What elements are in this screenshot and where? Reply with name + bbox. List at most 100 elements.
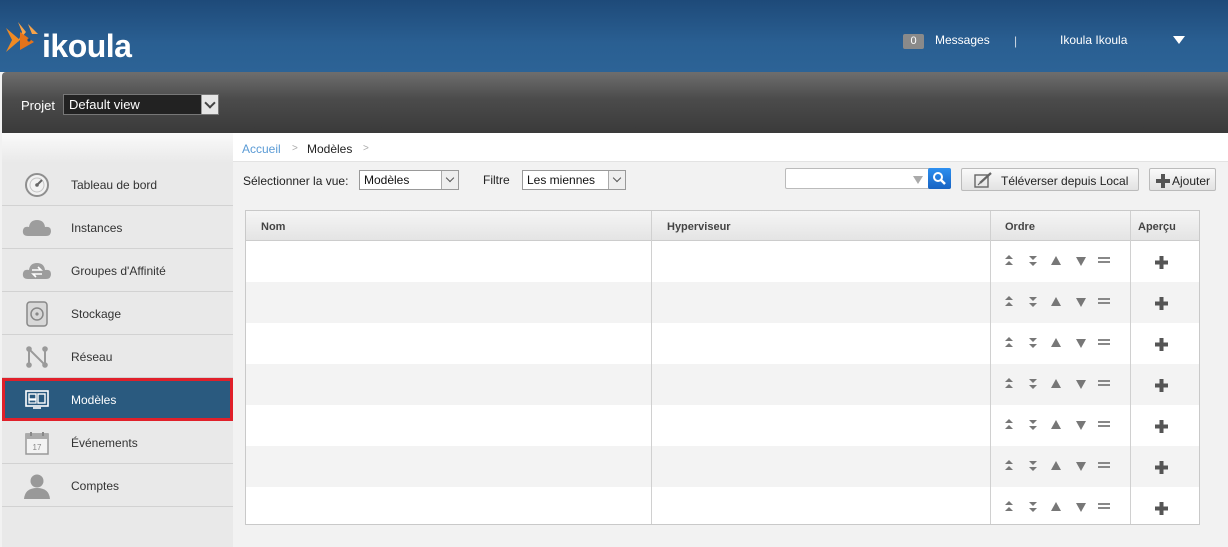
chevron-down-icon[interactable] — [608, 171, 625, 189]
messages-count-badge[interactable]: 0 — [903, 34, 924, 49]
filter-label: Filtre — [483, 173, 510, 187]
table-row[interactable] — [246, 446, 1199, 487]
drag-handle-icon[interactable] — [1098, 378, 1110, 392]
sidebar-item-storage[interactable]: Stockage — [2, 292, 233, 335]
messages-link[interactable]: Messages — [935, 33, 990, 47]
project-label: Projet — [21, 98, 55, 113]
search-field[interactable] — [785, 168, 951, 189]
drag-handle-icon[interactable] — [1098, 419, 1110, 433]
move-down-icon[interactable] — [1075, 337, 1087, 352]
sidebar-item-label: Réseau — [71, 350, 113, 364]
move-bottom-icon[interactable] — [1028, 296, 1038, 311]
chevron-down-icon[interactable] — [201, 95, 218, 114]
move-top-icon[interactable] — [1004, 337, 1014, 352]
order-controls — [1004, 460, 1124, 474]
move-bottom-icon[interactable] — [1028, 337, 1038, 352]
expand-preview-plus-icon[interactable] — [1155, 461, 1168, 477]
table-row[interactable] — [246, 241, 1199, 282]
logo-wordmark: ikoula — [42, 28, 132, 64]
expand-preview-plus-icon[interactable] — [1155, 256, 1168, 272]
expand-preview-plus-icon[interactable] — [1155, 297, 1168, 313]
move-down-icon[interactable] — [1075, 460, 1087, 475]
column-header-name[interactable]: Nom — [261, 221, 285, 233]
move-top-icon[interactable] — [1004, 255, 1014, 270]
expand-preview-plus-icon[interactable] — [1155, 379, 1168, 395]
ikoula-logo[interactable]: ikoula — [4, 12, 132, 64]
breadcrumb-home-link[interactable]: Accueil — [242, 142, 281, 156]
drag-handle-icon[interactable] — [1098, 255, 1110, 269]
table-header: Nom Hyperviseur Ordre Aperçu — [246, 211, 1199, 241]
user-menu-name[interactable]: Ikoula Ikoula — [1060, 33, 1127, 47]
move-up-icon[interactable] — [1050, 501, 1062, 516]
drag-handle-icon[interactable] — [1098, 501, 1110, 515]
column-divider — [651, 211, 652, 524]
move-up-icon[interactable] — [1050, 337, 1062, 352]
sidebar-item-dashboard[interactable]: Tableau de bord — [2, 163, 233, 206]
move-top-icon[interactable] — [1004, 419, 1014, 434]
breadcrumb-separator: > — [292, 143, 298, 154]
move-up-icon[interactable] — [1050, 378, 1062, 393]
breadcrumb-current[interactable]: Modèles — [307, 142, 352, 156]
column-header-preview: Aperçu — [1138, 221, 1176, 233]
move-up-icon[interactable] — [1050, 296, 1062, 311]
expand-preview-plus-icon[interactable] — [1155, 502, 1168, 518]
column-header-hypervisor[interactable]: Hyperviseur — [667, 221, 731, 233]
sidebar-nav: Tableau de bord Instances Groupes d'Affi… — [2, 133, 233, 547]
sidebar-item-accounts[interactable]: Comptes — [2, 464, 233, 507]
add-button-label: Ajouter — [1172, 174, 1211, 188]
table-row[interactable] — [246, 323, 1199, 364]
list-toolbar: Sélectionner la vue: Modèles Filtre Les … — [233, 162, 1228, 197]
order-controls — [1004, 378, 1124, 392]
move-up-icon[interactable] — [1050, 460, 1062, 475]
move-top-icon[interactable] — [1004, 501, 1014, 516]
move-top-icon[interactable] — [1004, 296, 1014, 311]
network-icon — [22, 344, 52, 370]
move-down-icon[interactable] — [1075, 296, 1087, 311]
sidebar-item-templates[interactable]: Modèles — [2, 378, 233, 421]
search-icon — [933, 172, 946, 185]
calendar-icon: 17 — [22, 430, 52, 456]
project-select[interactable]: Default view — [63, 94, 219, 115]
move-down-icon[interactable] — [1075, 378, 1087, 393]
table-row[interactable] — [246, 282, 1199, 323]
drag-handle-icon[interactable] — [1098, 337, 1110, 351]
move-bottom-icon[interactable] — [1028, 501, 1038, 516]
move-up-icon[interactable] — [1050, 255, 1062, 270]
table-row[interactable] — [246, 405, 1199, 446]
advanced-search-dropdown-icon[interactable] — [913, 176, 923, 184]
sidebar-item-events[interactable]: 17 Événements — [2, 421, 233, 464]
move-top-icon[interactable] — [1004, 378, 1014, 393]
sidebar-item-network[interactable]: Réseau — [2, 335, 233, 378]
move-up-icon[interactable] — [1050, 419, 1062, 434]
search-button[interactable] — [928, 168, 951, 189]
search-input[interactable] — [789, 171, 907, 186]
move-bottom-icon[interactable] — [1028, 255, 1038, 270]
view-select[interactable]: Modèles — [359, 170, 459, 190]
move-bottom-icon[interactable] — [1028, 460, 1038, 475]
upload-from-local-button[interactable]: Téléverser depuis Local — [961, 168, 1139, 191]
sidebar-item-affinity-groups[interactable]: Groupes d'Affinité — [2, 249, 233, 292]
move-down-icon[interactable] — [1075, 501, 1087, 516]
expand-preview-plus-icon[interactable] — [1155, 338, 1168, 354]
sidebar-item-label: Groupes d'Affinité — [71, 264, 166, 278]
sidebar-item-instances[interactable]: Instances — [2, 206, 233, 249]
user-icon — [22, 473, 52, 499]
user-menu-caret-icon[interactable] — [1173, 36, 1185, 44]
drag-handle-icon[interactable] — [1098, 460, 1110, 474]
breadcrumb: Accueil > Modèles > — [233, 133, 1228, 162]
expand-preview-plus-icon[interactable] — [1155, 420, 1168, 436]
move-top-icon[interactable] — [1004, 460, 1014, 475]
move-bottom-icon[interactable] — [1028, 378, 1038, 393]
filter-select[interactable]: Les miennes — [522, 170, 626, 190]
fish-logo-icon — [6, 22, 38, 52]
table-row[interactable] — [246, 487, 1199, 528]
move-bottom-icon[interactable] — [1028, 419, 1038, 434]
order-controls — [1004, 501, 1124, 515]
move-down-icon[interactable] — [1075, 255, 1087, 270]
chevron-down-icon[interactable] — [441, 171, 458, 189]
drag-handle-icon[interactable] — [1098, 296, 1110, 310]
move-down-icon[interactable] — [1075, 419, 1087, 434]
add-template-button[interactable]: Ajouter — [1149, 168, 1216, 191]
templates-icon — [22, 387, 52, 413]
table-row[interactable] — [246, 364, 1199, 405]
